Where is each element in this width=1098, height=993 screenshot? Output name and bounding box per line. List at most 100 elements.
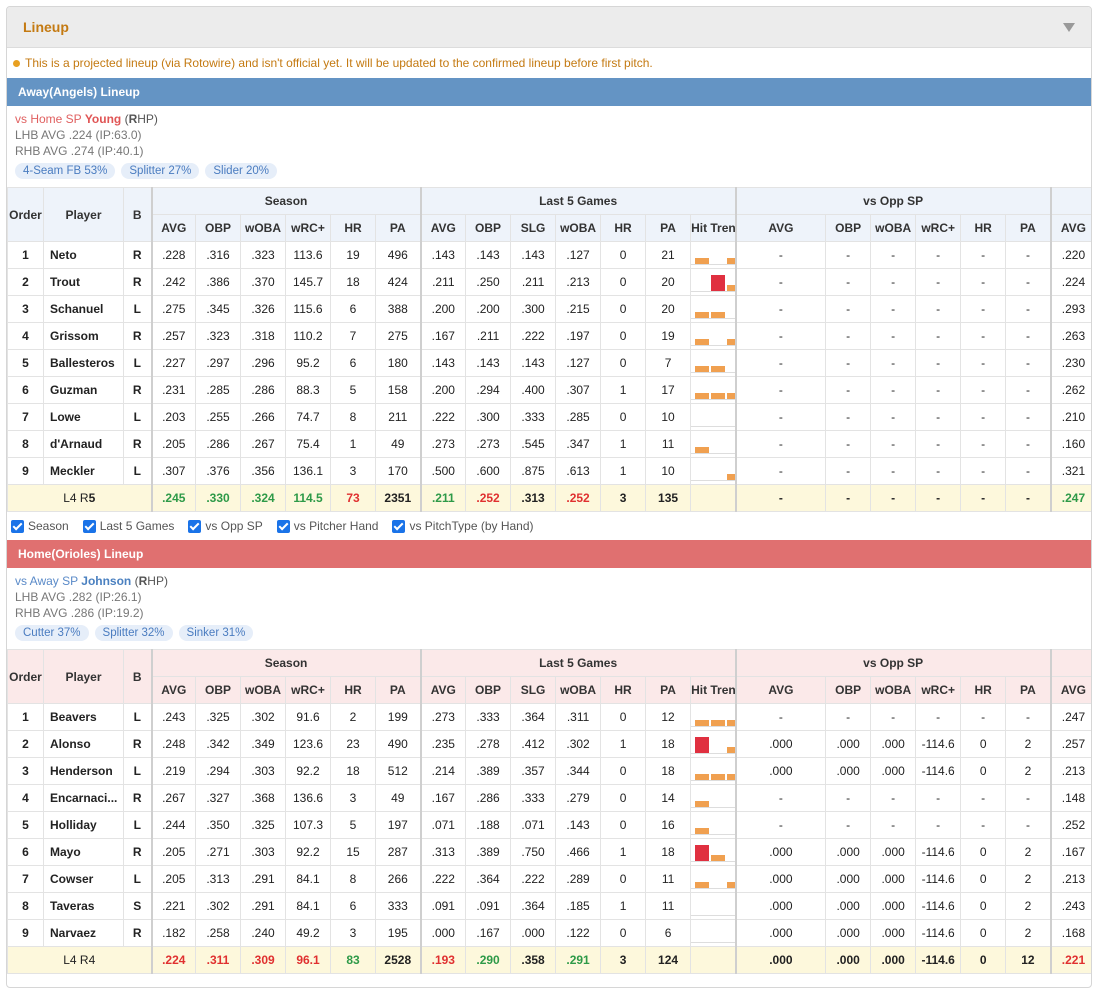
order-header[interactable]: Order (7, 649, 44, 704)
extra-col-header[interactable]: AVG (1049, 676, 1091, 704)
player-row[interactable]: 2 Trout R .242.386.370 145.7 18 424.211.250.21… (7, 268, 1091, 296)
player-row[interactable]: 9 Narvaez R .182.258.240 49.2 3 195.000.167.00… (7, 919, 1091, 947)
player-name[interactable]: Trout (43, 268, 124, 296)
order-header[interactable]: Order (7, 187, 44, 242)
player-row[interactable]: 1 Beavers L .243.325.302 91.6 2 199.273.333.36… (7, 703, 1091, 731)
player-name[interactable]: Beavers (43, 703, 124, 731)
player-row[interactable]: 8 d'Arnaud R .205.286.267 75.4 1 49.273.273.54… (7, 430, 1091, 458)
last5-col-header[interactable]: Hit Trend (690, 214, 737, 242)
pitch-type-tag[interactable]: Slider 20% (205, 163, 278, 179)
player-name[interactable]: Taveras (43, 892, 124, 920)
player-row[interactable]: 7 Cowser L .205.313.291 84.1 8 266.222.364.222… (7, 865, 1091, 893)
last5-col-header[interactable]: PA (645, 676, 692, 704)
pitch-type-tag[interactable]: Sinker 31% (178, 625, 254, 641)
checkbox-checked-icon[interactable] (392, 519, 406, 533)
sp-name-link[interactable]: Young (85, 112, 121, 126)
last5-col-header[interactable]: AVG (419, 676, 467, 704)
last5-col-header[interactable]: AVG (419, 214, 467, 242)
opp-col-header[interactable]: OBP (825, 214, 872, 242)
player-row[interactable]: 2 Alonso R .248.342.349 123.6 23 490.235.278.4… (7, 730, 1091, 758)
opp-col-header[interactable]: wOBA (870, 214, 917, 242)
player-name[interactable]: Ballesteros (43, 349, 124, 377)
opp-col-header[interactable]: PA (1005, 676, 1052, 704)
season-col-header[interactable]: wRC+ (285, 214, 331, 242)
player-name[interactable]: Lowe (43, 403, 124, 431)
season-col-header[interactable]: PA (374, 214, 422, 242)
player-name[interactable]: Alonso (43, 730, 124, 758)
pitch-type-tag[interactable]: Splitter 32% (94, 625, 173, 641)
column-toggle[interactable]: Last 5 Games (82, 519, 174, 533)
player-name[interactable]: Grissom (43, 322, 124, 350)
opp-col-header[interactable]: wRC+ (915, 676, 962, 704)
extra-col-header[interactable]: AVG (1049, 214, 1091, 242)
last5-col-header[interactable]: wOBA (555, 214, 602, 242)
last5-col-header[interactable]: OBP (465, 676, 512, 704)
last5-col-header[interactable]: PA (645, 214, 692, 242)
bat-header[interactable]: B (123, 649, 152, 704)
season-col-header[interactable]: HR (330, 676, 376, 704)
player-name[interactable]: Mayo (43, 838, 124, 866)
last5-col-header[interactable]: OBP (465, 214, 512, 242)
bat-header[interactable]: B (123, 187, 152, 242)
column-toggle[interactable]: Season (11, 519, 69, 533)
player-name[interactable]: Henderson (43, 757, 124, 785)
season-col-header[interactable]: OBP (195, 214, 241, 242)
lineup-panel-header[interactable]: Lineup (7, 7, 1091, 48)
season-col-header[interactable]: AVG (150, 676, 196, 704)
player-name[interactable]: Holliday (43, 811, 124, 839)
opp-col-header[interactable]: AVG (734, 214, 827, 242)
column-toggle[interactable]: vs PitchType (by Hand) (392, 519, 534, 533)
player-header[interactable]: Player (43, 649, 124, 704)
checkbox-checked-icon[interactable] (11, 519, 24, 533)
opp-col-header[interactable]: OBP (825, 676, 872, 704)
opp-col-header[interactable]: wOBA (870, 676, 917, 704)
season-col-header[interactable]: wRC+ (285, 676, 331, 704)
player-name[interactable]: Schanuel (43, 295, 124, 323)
last5-col-header[interactable]: Hit Trend (690, 676, 737, 704)
season-col-header[interactable]: wOBA (240, 676, 286, 704)
checkbox-checked-icon[interactable] (188, 519, 202, 533)
player-row[interactable]: 8 Taveras S .221.302.291 84.1 6 333.091.091.36… (7, 892, 1091, 920)
last5-col-header[interactable]: SLG (510, 676, 557, 704)
pitch-type-tag[interactable]: Splitter 27% (121, 163, 200, 179)
season-col-header[interactable]: AVG (150, 214, 196, 242)
checkbox-checked-icon[interactable] (276, 519, 290, 533)
player-name[interactable]: Neto (43, 241, 124, 269)
season-col-header[interactable]: wOBA (240, 214, 286, 242)
sp-name-link[interactable]: Johnson (81, 574, 131, 588)
player-name[interactable]: Cowser (43, 865, 124, 893)
player-name[interactable]: Meckler (43, 457, 124, 485)
checkbox-checked-icon[interactable] (82, 519, 96, 533)
player-row[interactable]: 3 Schanuel L .275.345.326 115.6 6 388.200.200.… (7, 295, 1091, 323)
player-row[interactable]: 6 Mayo R .205.271.303 92.2 15 287.313.389.750.… (7, 838, 1091, 866)
collapse-triangle-icon[interactable] (1063, 22, 1075, 32)
player-name[interactable]: d'Arnaud (43, 430, 124, 458)
player-row[interactable]: 5 Ballesteros L .227.297.296 95.2 6 180.143.14… (7, 349, 1091, 377)
pitch-type-tag[interactable]: 4-Seam FB 53% (15, 163, 116, 179)
player-row[interactable]: 3 Henderson L .219.294.303 92.2 18 512.214.389… (7, 757, 1091, 785)
season-col-header[interactable]: OBP (195, 676, 241, 704)
season-col-header[interactable]: PA (374, 676, 422, 704)
player-header[interactable]: Player (43, 187, 124, 242)
player-name[interactable]: Guzman (43, 376, 124, 404)
opp-col-header[interactable]: wRC+ (915, 214, 962, 242)
opp-col-header[interactable]: HR (960, 214, 1007, 242)
last5-col-header[interactable]: wOBA (555, 676, 602, 704)
pitch-type-tag[interactable]: Cutter 37% (15, 625, 89, 641)
player-row[interactable]: 1 Neto R .228.316.323 113.6 19 496.143.143.143… (7, 241, 1091, 269)
column-toggle[interactable]: vs Pitcher Hand (276, 519, 378, 533)
player-row[interactable]: 4 Encarnaci... R .267.327.368 136.6 3 49.167.2… (7, 784, 1091, 812)
season-col-header[interactable]: HR (330, 214, 376, 242)
last5-col-header[interactable]: HR (600, 214, 647, 242)
player-row[interactable]: 9 Meckler L .307.376.356 136.1 3 170.500.600.8… (7, 457, 1091, 485)
opp-col-header[interactable]: HR (960, 676, 1007, 704)
last5-col-header[interactable]: HR (600, 676, 647, 704)
player-row[interactable]: 7 Lowe L .203.255.266 74.7 8 211.222.300.333.2… (7, 403, 1091, 431)
column-toggle[interactable]: vs Opp SP (188, 519, 263, 533)
player-name[interactable]: Narvaez (43, 919, 124, 947)
player-row[interactable]: 4 Grissom R .257.323.318 110.2 7 275.167.211.2… (7, 322, 1091, 350)
opp-col-header[interactable]: AVG (734, 676, 827, 704)
last5-col-header[interactable]: SLG (510, 214, 557, 242)
player-name[interactable]: Encarnaci... (43, 784, 124, 812)
opp-col-header[interactable]: PA (1005, 214, 1052, 242)
